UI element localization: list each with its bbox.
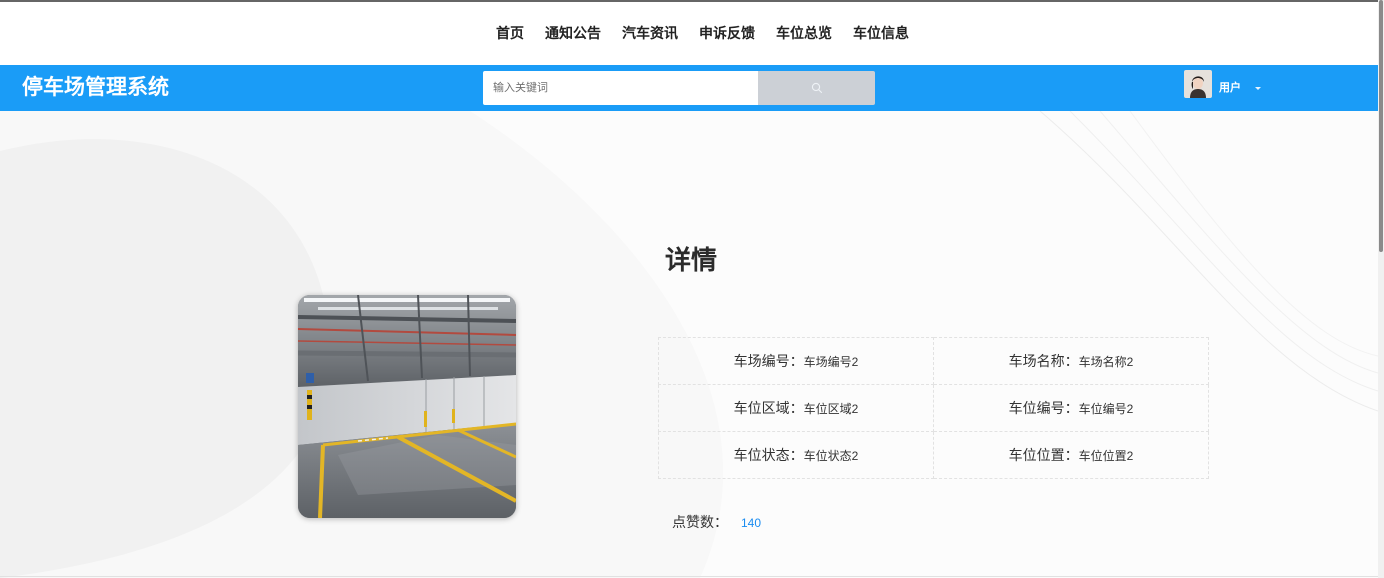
- nav-link-parking-info[interactable]: 车位信息: [853, 23, 909, 43]
- field-label: 车位编号：: [1008, 400, 1079, 416]
- field-space-status: 车位状态：车位状态2: [658, 431, 934, 479]
- field-label: 车场编号：: [733, 353, 804, 369]
- nav-link-car-news[interactable]: 汽车资讯: [622, 23, 678, 43]
- header-bar: 停车场管理系统 用户: [0, 65, 1378, 111]
- bottom-divider: [0, 576, 1378, 577]
- field-label: 车位位置：: [1008, 447, 1079, 463]
- field-value: 车位区域2: [803, 402, 859, 416]
- field-label: 车位状态：: [733, 447, 804, 463]
- parking-space-image: [298, 295, 516, 518]
- field-space-number: 车位编号：车位编号2: [933, 384, 1209, 432]
- nav-link-parking-overview[interactable]: 车位总览: [776, 23, 832, 43]
- nav-link-complaints[interactable]: 申诉反馈: [699, 23, 755, 43]
- table-row: 车位区域：车位区域2 车位编号：车位编号2: [658, 384, 1209, 432]
- search-button[interactable]: [758, 71, 875, 105]
- scrollbar-thumb[interactable]: [1379, 0, 1383, 252]
- caret-down-icon[interactable]: [1255, 87, 1261, 90]
- likes-label: 点赞数：: [672, 514, 728, 530]
- table-row: 车位状态：车位状态2 车位位置：车位位置2: [658, 431, 1209, 479]
- nav-links: 首页 通知公告 汽车资讯 申诉反馈 车位总览 车位信息: [496, 0, 909, 65]
- search-icon: [811, 82, 822, 94]
- field-label: 车位区域：: [733, 400, 804, 416]
- search-input[interactable]: [483, 71, 758, 105]
- field-label: 车场名称：: [1008, 353, 1079, 369]
- field-value: 车位状态2: [803, 449, 859, 463]
- avatar-image: [1184, 70, 1212, 98]
- table-row: 车场编号：车场编号2 车场名称：车场名称2: [658, 337, 1209, 385]
- field-value: 车场编号2: [803, 355, 859, 369]
- nav-link-announcements[interactable]: 通知公告: [545, 23, 601, 43]
- field-space-location: 车位位置：车位位置2: [933, 431, 1209, 479]
- top-nav: 首页 通知公告 汽车资讯 申诉反馈 车位总览 车位信息: [0, 0, 1378, 65]
- ceiling: [298, 295, 516, 387]
- likes-count: 点赞数： 140: [672, 512, 761, 532]
- avatar[interactable]: [1184, 70, 1212, 98]
- user-name[interactable]: 用户: [1219, 81, 1241, 95]
- likes-value[interactable]: 140: [741, 516, 761, 530]
- parking-space-photo: [298, 295, 516, 518]
- page: 首页 通知公告 汽车资讯 申诉反馈 车位总览 车位信息 停车场管理系统 输入关键…: [0, 0, 1384, 578]
- field-value: 车位位置2: [1078, 449, 1134, 463]
- page-title: 详情: [665, 245, 718, 275]
- field-value: 车位编号2: [1078, 402, 1134, 416]
- detail-table: 车场编号：车场编号2 车场名称：车场名称2 车位区域：车位区域2 车位编号：车位…: [658, 337, 1209, 479]
- field-parking-lot-name: 车场名称：车场名称2: [933, 337, 1209, 385]
- field-space-area: 车位区域：车位区域2: [658, 384, 934, 432]
- scrollbar[interactable]: [1378, 0, 1384, 578]
- site-title: 停车场管理系统: [22, 76, 169, 99]
- nav-link-home[interactable]: 首页: [496, 23, 524, 43]
- field-parking-lot-number: 车场编号：车场编号2: [658, 337, 934, 385]
- field-value: 车场名称2: [1078, 355, 1134, 369]
